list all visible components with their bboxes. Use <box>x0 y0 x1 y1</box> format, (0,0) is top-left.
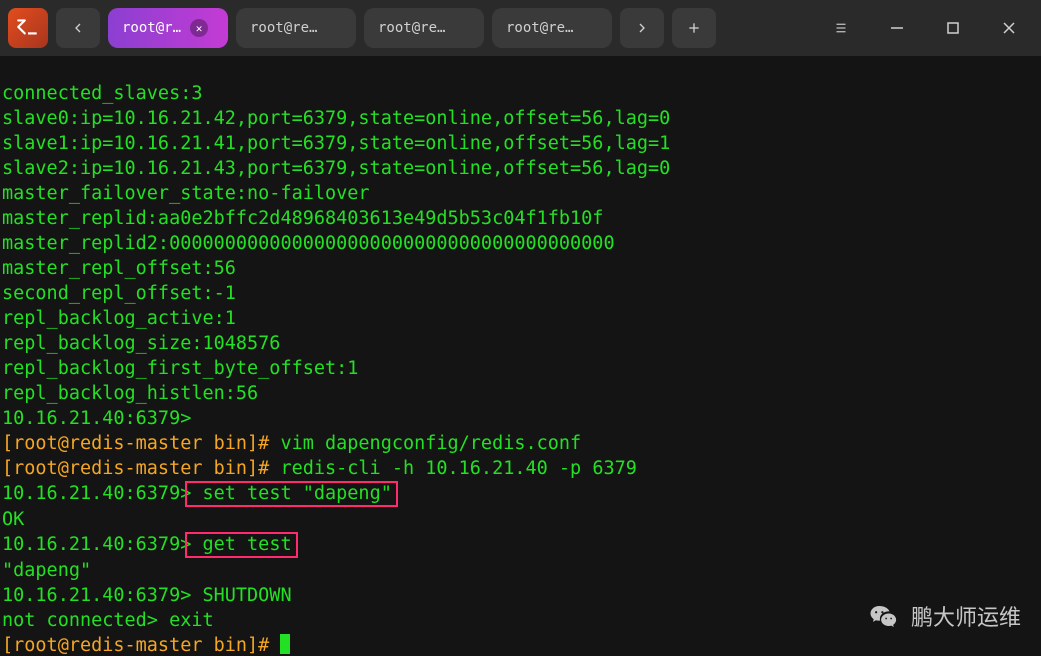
output-line: master_replid2:0000000000000000000000000… <box>2 233 615 254</box>
shell-command: vim dapengconfig/redis.conf <box>280 433 581 454</box>
terminal-output[interactable]: connected_slaves:3 slave0:ip=10.16.21.42… <box>0 56 1041 656</box>
redis-prompt: 10.16.21.40:6379> <box>2 534 191 555</box>
output-line: repl_backlog_size:1048576 <box>2 333 280 354</box>
new-tab-button[interactable] <box>672 8 716 48</box>
shell-prompt: [root@redis-master bin]# <box>2 458 280 479</box>
minimize-button[interactable] <box>873 8 921 48</box>
shell-command: redis-cli -h 10.16.21.40 -p 6379 <box>280 458 636 479</box>
output-line: OK <box>2 509 24 530</box>
output-line: master_failover_state:no-failover <box>2 183 370 204</box>
tab-2[interactable]: root@re··· <box>364 8 484 48</box>
output-line: repl_backlog_histlen:56 <box>2 383 258 404</box>
redis-prompt: 10.16.21.40:6379> <box>2 483 191 504</box>
output-line: "dapeng" <box>2 560 91 581</box>
tab-label: root@re··· <box>378 20 452 36</box>
close-button[interactable] <box>985 8 1033 48</box>
output-line: second_repl_offset:-1 <box>2 283 236 304</box>
tab-0[interactable]: root@re··· ✕ <box>108 8 228 48</box>
nav-back-button[interactable] <box>56 8 100 48</box>
redis-prompt: not connected> <box>2 610 169 631</box>
shell-prompt: [root@redis-master bin]# <box>2 433 280 454</box>
highlight-get-command: get test <box>185 532 297 558</box>
output-line: slave0:ip=10.16.21.42,port=6379,state=on… <box>2 108 670 129</box>
output-line: 10.16.21.40:6379> <box>2 408 191 429</box>
tab-label: root@re··· <box>506 20 580 36</box>
watermark: 鹏大师运维 <box>865 598 1021 634</box>
watermark-text: 鹏大师运维 <box>911 600 1021 632</box>
shell-prompt: [root@redis-master bin]# <box>2 635 280 656</box>
redis-prompt: 10.16.21.40:6379> <box>2 585 202 606</box>
shell-command: SHUTDOWN <box>202 585 291 606</box>
maximize-button[interactable] <box>929 8 977 48</box>
output-line: repl_backlog_active:1 <box>2 308 236 329</box>
highlight-set-command: set test "dapeng" <box>185 481 397 507</box>
tab-3[interactable]: root@re··· <box>492 8 612 48</box>
tab-close-icon[interactable]: ✕ <box>190 19 208 37</box>
output-line: connected_slaves:3 <box>2 83 202 104</box>
output-line: master_repl_offset:56 <box>2 258 236 279</box>
tab-label: root@re··· <box>250 20 324 36</box>
cursor-icon <box>280 634 290 654</box>
output-line: master_replid:aa0e2bffc2d48968403613e49d… <box>2 208 603 229</box>
tab-label: root@re··· <box>122 20 182 36</box>
tab-1[interactable]: root@re··· <box>236 8 356 48</box>
shell-command: exit <box>169 610 214 631</box>
nav-forward-button[interactable] <box>620 8 664 48</box>
wechat-icon <box>865 598 901 634</box>
output-line: repl_backlog_first_byte_offset:1 <box>2 358 358 379</box>
app-icon[interactable] <box>8 8 48 48</box>
output-line: slave2:ip=10.16.21.43,port=6379,state=on… <box>2 158 670 179</box>
output-line: slave1:ip=10.16.21.41,port=6379,state=on… <box>2 133 670 154</box>
menu-button[interactable] <box>817 8 865 48</box>
titlebar: root@re··· ✕ root@re··· root@re··· root@… <box>0 0 1041 56</box>
